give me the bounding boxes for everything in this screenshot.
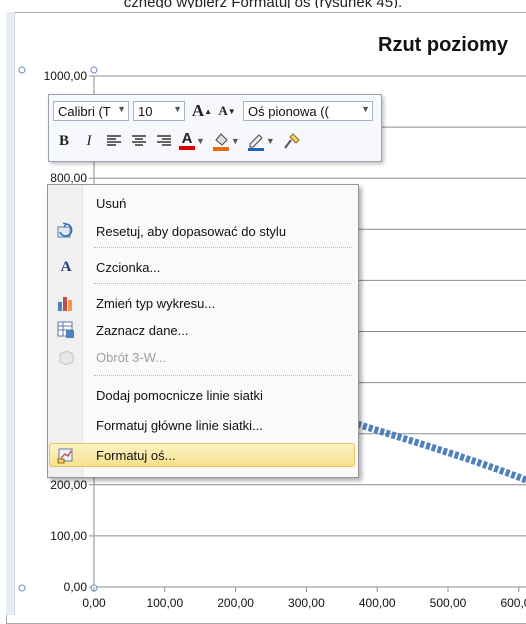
- chart-element-combo[interactable]: Oś pionowa (( ▼: [243, 101, 373, 121]
- font-icon: A: [60, 258, 72, 275]
- menu-item-font[interactable]: A Czcionka...: [50, 255, 354, 279]
- outline-color-button[interactable]: [246, 130, 266, 152]
- x-tick-label: 500,00: [430, 596, 467, 610]
- font-color-button[interactable]: A: [178, 130, 196, 152]
- chart-type-icon: [50, 291, 82, 315]
- x-tick-label: 200,00: [217, 596, 254, 610]
- menu-item-add-minor-gridlines[interactable]: Dodaj pomocnicze linie siatki: [50, 383, 354, 407]
- x-tick-label: 400,00: [359, 596, 396, 610]
- pen-outline-icon: [247, 134, 264, 151]
- menu-item-label: Obrót 3-W...: [96, 349, 167, 365]
- chevron-down-icon[interactable]: ▼: [196, 136, 205, 146]
- x-tick-label: 300,00: [288, 596, 325, 610]
- menu-item-label: Formatuj oś...: [96, 447, 176, 463]
- align-left-button[interactable]: [103, 130, 125, 152]
- y-tick-label: 0,00: [64, 580, 88, 594]
- align-left-icon: [107, 135, 121, 146]
- horizontal-axis: 0,00 100,00 200,00 300,00 400,00 500,00 600,00: [82, 587, 526, 610]
- menu-item-reset-style[interactable]: Resetuj, aby dopasować do stylu: [50, 219, 354, 243]
- y-tick-label: 200,00: [50, 478, 87, 492]
- format-painter-icon: [283, 133, 300, 149]
- shrink-font-button[interactable]: A ▼: [216, 100, 238, 122]
- align-right-button[interactable]: [153, 130, 175, 152]
- menu-item-label: Usuń: [96, 195, 127, 211]
- mini-toolbar: Calibri (T ▼ 10 ▼ A ▲ A ▼ Oś pionowa (( ▼ …: [48, 94, 382, 162]
- menu-separator: [94, 375, 352, 376]
- chevron-down-icon[interactable]: ▼: [231, 136, 240, 146]
- paint-bucket-icon: [212, 133, 229, 151]
- menu-item-3d-rotation: Obrót 3-W...: [50, 345, 354, 369]
- chevron-down-icon[interactable]: ▼: [361, 104, 370, 114]
- grow-font-button[interactable]: A ▲: [191, 100, 213, 122]
- x-tick-label: 100,00: [146, 596, 183, 610]
- menu-item-label: Zaznacz dane...: [96, 322, 189, 338]
- menu-item-delete[interactable]: Usuń: [50, 191, 354, 215]
- toolbar-row-2: B I A ▼ ▼ ▼: [53, 129, 306, 153]
- font-size-value: 10: [138, 103, 153, 119]
- font-name-value: Calibri (T: [58, 103, 111, 119]
- menu-item-label: Formatuj główne linie siatki...: [96, 417, 263, 433]
- chart-element-value: Oś pionowa ((: [248, 103, 329, 119]
- menu-item-label: Zmień typ wykresu...: [96, 295, 216, 311]
- format-painter-button[interactable]: [281, 130, 303, 152]
- chart-title[interactable]: Rzut poziomy: [378, 34, 508, 57]
- font-name-combo[interactable]: Calibri (T ▼: [53, 101, 129, 121]
- align-center-icon: [132, 135, 146, 146]
- menu-item-format-axis[interactable]: Formatuj oś...: [49, 443, 355, 467]
- align-right-icon: [157, 135, 171, 146]
- select-data-icon: [50, 318, 82, 342]
- x-tick-label: 600,00: [500, 596, 526, 610]
- chevron-down-icon[interactable]: ▼: [117, 104, 126, 114]
- selection-handle: [18, 66, 26, 74]
- menu-item-format-major-gridlines[interactable]: Formatuj główne linie siatki...: [50, 413, 354, 437]
- rotation-3d-icon: [50, 345, 82, 369]
- menu-separator: [94, 283, 352, 284]
- menu-item-label: Czcionka...: [96, 259, 161, 275]
- bold-button[interactable]: B: [53, 130, 75, 152]
- fill-color-button[interactable]: [211, 130, 231, 152]
- reset-style-icon: [50, 219, 82, 243]
- selection-handle: [18, 584, 26, 592]
- toolbar-row-1: Calibri (T ▼ 10 ▼ A ▲ A ▼ Oś pionowa (( ▼: [53, 99, 373, 123]
- font-size-combo[interactable]: 10 ▼: [133, 101, 185, 121]
- context-menu: Usuń Resetuj, aby dopasować do stylu A C…: [47, 184, 359, 478]
- menu-item-change-chart-type[interactable]: Zmień typ wykresu...: [50, 291, 354, 315]
- menu-item-select-data[interactable]: Zaznacz dane...: [50, 318, 354, 342]
- menu-item-label: Resetuj, aby dopasować do stylu: [96, 223, 287, 239]
- format-axis-icon: [50, 443, 82, 467]
- selection-handle: [90, 66, 98, 74]
- y-tick-label: 1000,00: [44, 69, 88, 83]
- menu-item-label: Dodaj pomocnicze linie siatki: [96, 387, 263, 403]
- chevron-down-icon[interactable]: ▼: [173, 104, 182, 114]
- x-tick-label: 0,00: [82, 596, 106, 610]
- font-color-icon: A: [181, 130, 193, 147]
- italic-button[interactable]: I: [78, 130, 100, 152]
- chevron-down-icon[interactable]: ▼: [266, 136, 275, 146]
- align-center-button[interactable]: [128, 130, 150, 152]
- y-tick-label: 100,00: [50, 529, 87, 543]
- menu-separator: [94, 247, 352, 248]
